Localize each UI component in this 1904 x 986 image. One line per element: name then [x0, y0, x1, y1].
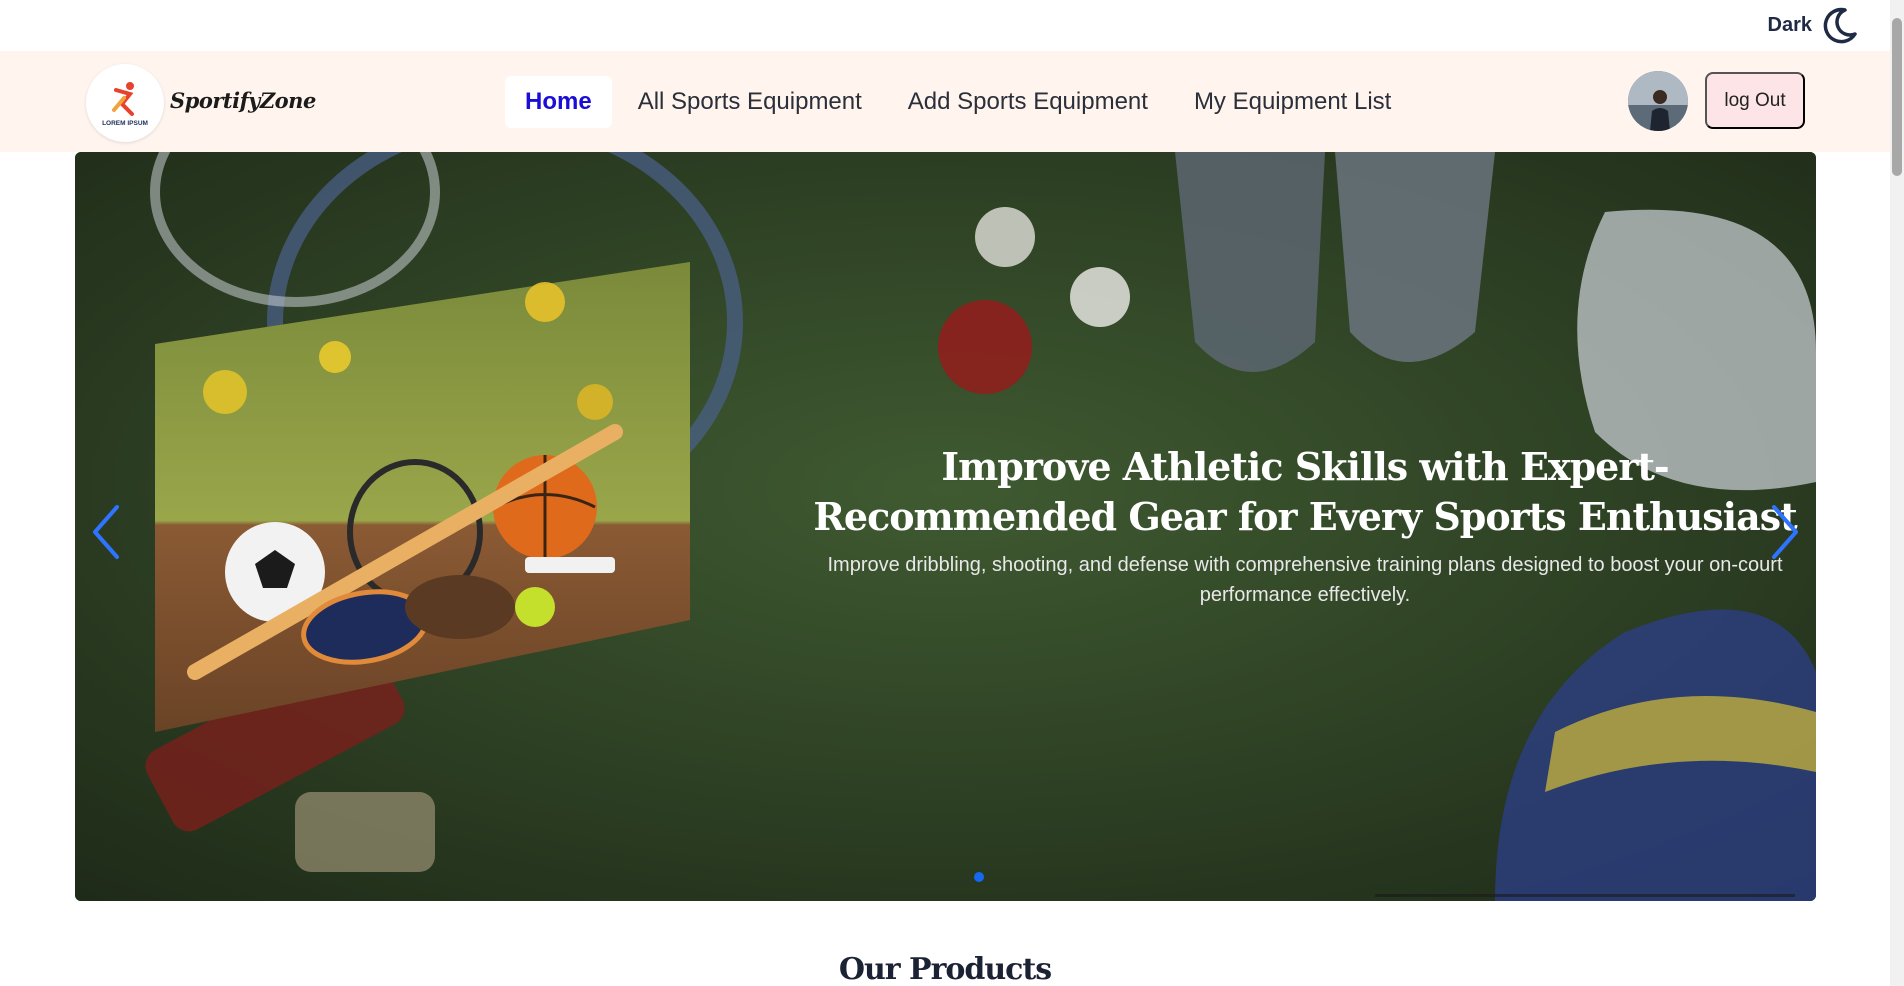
nav-links: Home All Sports Equipment Add Sports Equ… [505, 74, 1411, 130]
nav-link-my-equipment[interactable]: My Equipment List [1174, 76, 1411, 128]
nav-link-all-equipment[interactable]: All Sports Equipment [618, 76, 882, 128]
moon-icon[interactable] [1818, 4, 1860, 46]
lorem-ipsum-logo-icon: LOREM IPSUM [102, 82, 148, 127]
hero-title: Improve Athletic Skills with Expert-Reco… [813, 444, 1797, 539]
scrollbar-thumb[interactable] [1892, 18, 1902, 176]
navbar: LOREM IPSUM SportifyZone Home All Sports… [0, 51, 1890, 152]
user-avatar[interactable] [1628, 71, 1688, 131]
logo-text: LOREM IPSUM [102, 120, 148, 127]
brand-name[interactable]: SportifyZone [170, 88, 316, 113]
hero-description: Improve dribbling, shooting, and defense… [827, 554, 1783, 606]
products-section-title: Our Products [838, 952, 1052, 986]
chevron-left-icon[interactable] [87, 497, 127, 567]
carousel-dot-active[interactable] [974, 872, 984, 882]
dark-mode-label[interactable]: Dark [1768, 14, 1812, 37]
brand-logo[interactable]: LOREM IPSUM [86, 64, 164, 142]
theme-bar: Dark [0, 0, 1904, 51]
nav-link-home[interactable]: Home [505, 76, 612, 128]
chevron-right-icon[interactable] [1764, 497, 1804, 567]
hero-scroll-indicator [1375, 894, 1795, 897]
logout-button[interactable]: log Out [1705, 72, 1805, 129]
nav-link-add-equipment[interactable]: Add Sports Equipment [888, 76, 1168, 128]
page-scrollbar[interactable] [1890, 0, 1904, 986]
hero-carousel: Improve Athletic Skills with Expert-Reco… [75, 152, 1816, 901]
